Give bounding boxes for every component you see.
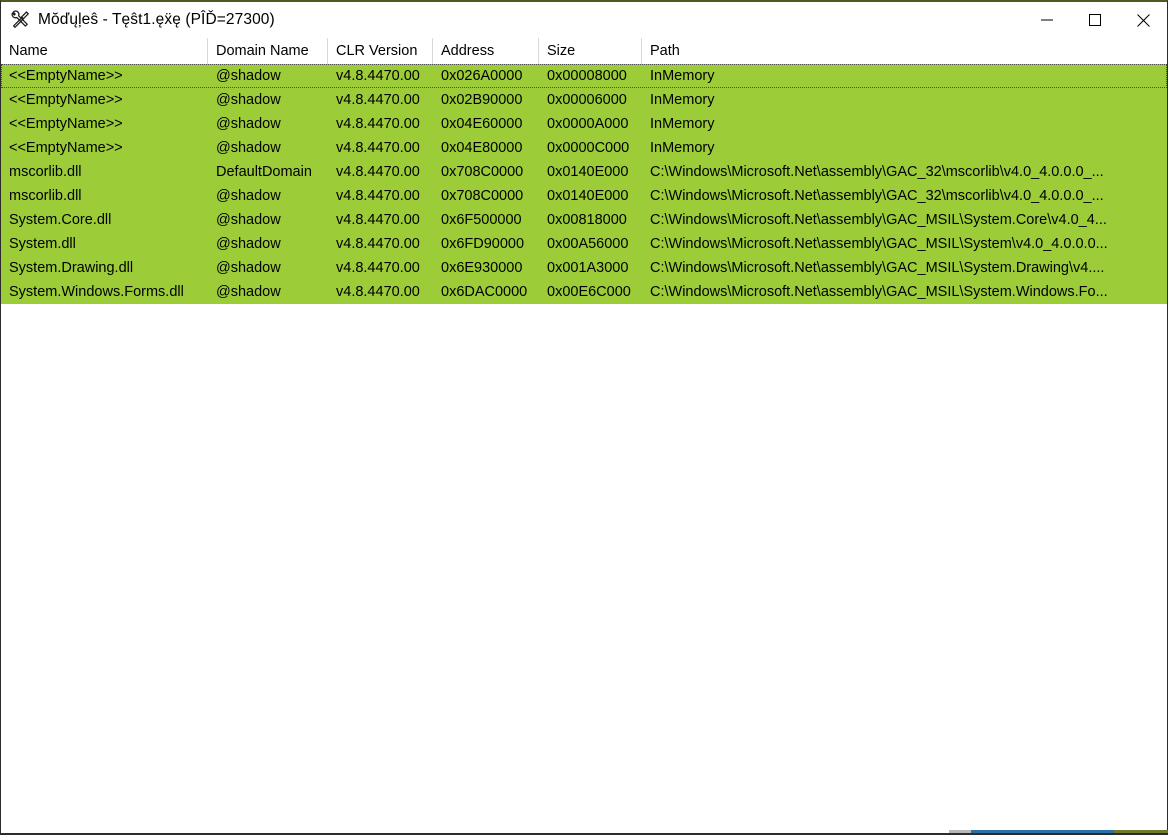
cell-domain: @shadow [216,236,281,252]
cell-path: InMemory [650,92,715,108]
cell-name: System.Core.dll [9,212,112,228]
cell-path: C:\Windows\Microsoft.Net\assembly\GAC_MS… [650,212,1107,228]
cell-name: System.Drawing.dll [9,260,134,276]
modules-window: Mŏďųļeŝ - Tęŝt1.ęẍę (PÎĎ=27300) Name Dom… [0,0,1168,835]
cell-path: InMemory [650,140,715,156]
cell-clr: v4.8.4470.00 [336,236,420,252]
cell-clr: v4.8.4470.00 [336,140,420,156]
maximize-button[interactable] [1071,2,1119,38]
cell-size: 0x00818000 [547,212,627,228]
cell-name: System.Windows.Forms.dll [9,284,184,300]
column-header-name[interactable]: Name [1,38,208,64]
cell-clr: v4.8.4470.00 [336,164,420,180]
cell-clr: v4.8.4470.00 [336,92,420,108]
cell-domain: DefaultDomain [216,164,312,180]
cell-path: C:\Windows\Microsoft.Net\assembly\GAC_32… [650,188,1104,204]
cell-path: C:\Windows\Microsoft.Net\assembly\GAC_32… [650,164,1104,180]
cell-size: 0x00E6C000 [547,284,631,300]
table-row[interactable]: <<EmptyName>> @shadow v4.8.4470.00 0x026A00… [1,64,1167,88]
cell-path: C:\Windows\Microsoft.Net\assembly\GAC_MS… [650,284,1108,300]
cell-path: C:\Windows\Microsoft.Net\assembly\GAC_MS… [650,260,1105,276]
cell-clr: v4.8.4470.00 [336,284,420,300]
table-row[interactable]: <<EmptyName>> @shadow v4.8.4470.00 0x04E600… [1,112,1167,136]
cell-size: 0x00008000 [547,68,627,84]
cell-domain: @shadow [216,212,281,228]
cell-address: 0x04E80000 [441,140,523,156]
cell-address: 0x02B90000 [441,92,523,108]
cell-address: 0x6FD90000 [441,236,525,252]
close-button[interactable] [1119,2,1167,38]
cell-path: InMemory [650,116,715,132]
cell-size: 0x001A3000 [547,260,629,276]
table-row[interactable]: System.Drawing.dll @shadow v4.8.4470.00 0x6… [1,256,1167,280]
cell-name: <<EmptyName>> [9,92,123,108]
cell-name: <<EmptyName>> [9,116,123,132]
cell-clr: v4.8.4470.00 [336,116,420,132]
module-list[interactable]: <<EmptyName>> @shadow v4.8.4470.00 0x026A00… [1,64,1167,833]
cell-name: <<EmptyName>> [9,140,123,156]
cell-name: System.dll [9,236,76,252]
cell-domain: @shadow [216,116,281,132]
cell-domain: @shadow [216,140,281,156]
cell-domain: @shadow [216,68,281,84]
column-header-path[interactable]: Path [642,38,1167,64]
list-column-header: Name Domain Name CLR Version Address Siz… [1,38,1167,64]
cell-path: InMemory [650,68,715,84]
cell-path: C:\Windows\Microsoft.Net\assembly\GAC_MS… [650,236,1108,252]
table-row[interactable]: <<EmptyName>> @shadow v4.8.4470.00 0x02B900… [1,88,1167,112]
cell-size: 0x0000C000 [547,140,630,156]
cell-size: 0x0000A000 [547,116,629,132]
column-header-address[interactable]: Address [433,38,539,64]
cell-name: mscorlib.dll [9,164,82,180]
table-row[interactable]: System.Core.dll @shadow v4.8.4470.00 0x6F50… [1,208,1167,232]
window-controls [1023,2,1167,38]
module-list-rows: <<EmptyName>> @shadow v4.8.4470.00 0x026A00… [1,64,1167,304]
cell-size: 0x0140E000 [547,164,629,180]
cell-domain: @shadow [216,188,281,204]
cell-clr: v4.8.4470.00 [336,68,420,84]
table-row[interactable]: mscorlib.dll @shadow v4.8.4470.00 0x708C000… [1,184,1167,208]
cell-address: 0x708C0000 [441,164,524,180]
cell-address: 0x708C0000 [441,188,524,204]
table-row[interactable]: mscorlib.dll DefaultDomain v4.8.4470.00 0x7… [1,160,1167,184]
table-row[interactable]: System.dll @shadow v4.8.4470.00 0x6FD90000 0… [1,232,1167,256]
minimize-button[interactable] [1023,2,1071,38]
cell-clr: v4.8.4470.00 [336,260,420,276]
tools-icon [9,9,31,31]
table-row[interactable]: System.Windows.Forms.dll @shadow v4.8.4470… [1,280,1167,304]
cell-domain: @shadow [216,284,281,300]
cell-address: 0x6F500000 [441,212,522,228]
column-header-domain[interactable]: Domain Name [208,38,328,64]
window-title: Mŏďųļeŝ - Tęŝt1.ęẍę (PÎĎ=27300) [38,11,275,29]
cell-clr: v4.8.4470.00 [336,188,420,204]
cell-size: 0x0140E000 [547,188,629,204]
cell-size: 0x00A56000 [547,236,629,252]
cell-domain: @shadow [216,92,281,108]
cell-name: mscorlib.dll [9,188,82,204]
cell-address: 0x6DAC0000 [441,284,528,300]
title-bar[interactable]: Mŏďųļeŝ - Tęŝt1.ęẍę (PÎĎ=27300) [1,2,1167,38]
cell-address: 0x6E930000 [441,260,523,276]
cell-name: <<EmptyName>> [9,68,123,84]
cell-address: 0x04E60000 [441,116,523,132]
title-bar-left: Mŏďųļeŝ - Tęŝt1.ęẍę (PÎĎ=27300) [1,2,1023,38]
cell-domain: @shadow [216,260,281,276]
table-row[interactable]: <<EmptyName>> @shadow v4.8.4470.00 0x04E800… [1,136,1167,160]
column-header-clr[interactable]: CLR Version [328,38,433,64]
cell-size: 0x00006000 [547,92,627,108]
cell-address: 0x026A0000 [441,68,523,84]
cell-clr: v4.8.4470.00 [336,212,420,228]
column-header-size[interactable]: Size [539,38,642,64]
